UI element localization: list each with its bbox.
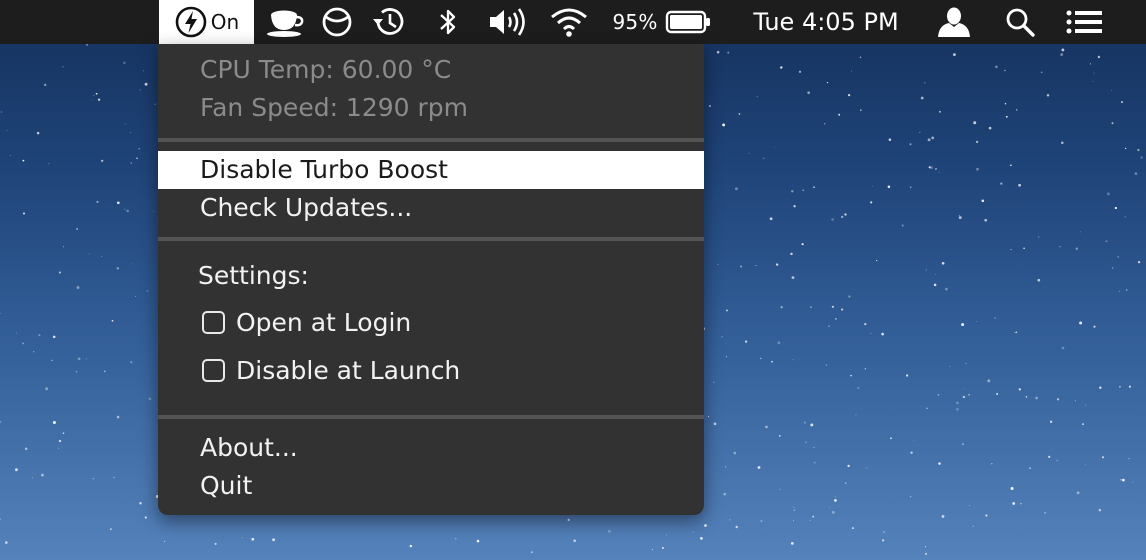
menu-bar: On 95% Tue 4:05 PM <box>0 0 1146 44</box>
turbo-boost-menu: CPU Temp: 60.00 °C Fan Speed: 1290 rpm D… <box>158 44 704 515</box>
disable-at-launch-checkbox[interactable] <box>202 358 225 382</box>
menu-bar-clock[interactable]: Tue 4:05 PM <box>736 0 916 44</box>
open-at-login-checkbox[interactable] <box>202 310 225 334</box>
settings-header: Settings: <box>198 261 309 290</box>
wifi-icon[interactable] <box>548 0 590 44</box>
cpu-temp-reading: CPU Temp: 60.00 °C <box>200 55 452 84</box>
quit-item[interactable]: Quit <box>158 467 704 505</box>
battery-icon[interactable] <box>664 0 714 44</box>
menu-separator <box>158 237 704 241</box>
disable-at-launch-label: Disable at Launch <box>236 355 461 385</box>
disable-at-launch-item[interactable]: Disable at Launch <box>202 350 460 390</box>
spotlight-icon[interactable] <box>1001 0 1039 44</box>
notification-center-icon[interactable] <box>1060 0 1108 44</box>
menu-separator <box>158 415 704 419</box>
about-item[interactable]: About... <box>158 429 704 467</box>
open-at-login-label: Open at Login <box>236 307 412 337</box>
turbo-boost-status-item[interactable]: On <box>159 0 254 44</box>
check-updates-item[interactable]: Check Updates... <box>158 189 704 227</box>
user-icon[interactable] <box>934 0 974 44</box>
bluetooth-icon[interactable] <box>433 0 463 44</box>
disable-turbo-boost-item[interactable]: Disable Turbo Boost <box>158 151 704 189</box>
menu-separator <box>158 138 704 142</box>
open-at-login-item[interactable]: Open at Login <box>202 302 411 342</box>
turbo-boost-icon <box>174 5 208 39</box>
turbo-boost-status-label: On <box>210 10 240 34</box>
volume-icon[interactable] <box>484 0 534 44</box>
no-sleep-icon[interactable] <box>318 0 356 44</box>
coffee-cup-icon[interactable] <box>262 0 306 44</box>
time-machine-icon[interactable] <box>367 0 411 44</box>
fan-speed-reading: Fan Speed: 1290 rpm <box>200 93 469 122</box>
battery-percent: 95% <box>612 10 658 34</box>
